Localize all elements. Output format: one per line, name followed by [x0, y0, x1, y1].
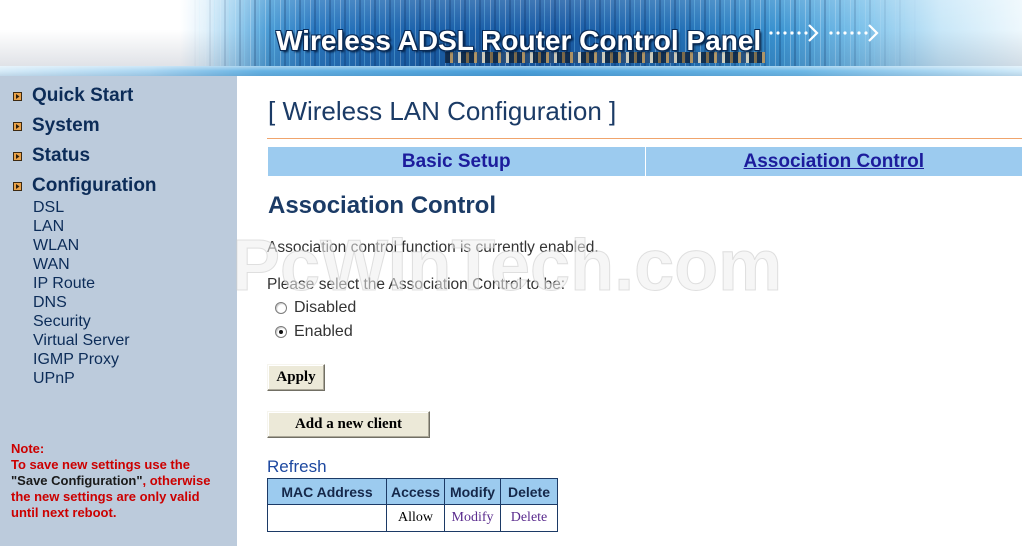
- mac-address-cell: [267, 504, 387, 532]
- radio-option-enabled[interactable]: Enabled: [275, 322, 353, 342]
- column-header-mac-address: MAC Address: [267, 478, 387, 505]
- radio-enabled[interactable]: [275, 326, 287, 338]
- status-text: Association control function is currentl…: [267, 239, 599, 256]
- tab-bar: Basic Setup Association Control: [268, 147, 1022, 176]
- dotted-arrow-1: [769, 24, 819, 42]
- banner-title: Wireless ADSL Router Control Panel: [276, 25, 762, 56]
- column-header-modify: Modify: [444, 478, 501, 505]
- submenu-item-igmp-proxy[interactable]: IGMP Proxy: [33, 350, 130, 369]
- main-nav: Quick Start System Status Configuration: [0, 81, 237, 201]
- refresh-link[interactable]: Refresh: [267, 457, 327, 477]
- bullet-arrow-icon: [13, 121, 22, 131]
- note-line: until next reboot.: [11, 505, 117, 520]
- header-banner: Wireless ADSL Router Control Panel: [0, 0, 1022, 66]
- sidebar: Quick Start System Status Configuration …: [0, 76, 237, 546]
- nav-item-label: Quick Start: [32, 85, 134, 106]
- nav-item-label: Status: [32, 145, 91, 166]
- note-line: To save new settings use the: [11, 457, 190, 472]
- add-client-button[interactable]: Add a new client: [267, 411, 430, 438]
- submenu-item-dsl[interactable]: DSL: [33, 198, 130, 217]
- submenu-item-security[interactable]: Security: [33, 312, 130, 331]
- note-line: the new settings are only valid: [11, 489, 200, 504]
- dotted-arrow-2: [829, 24, 879, 42]
- column-header-access: Access: [386, 478, 445, 505]
- submenu-item-dns[interactable]: DNS: [33, 293, 130, 312]
- table-row: Allow Modify Delete: [267, 504, 558, 532]
- page-title: [ Wireless LAN Configuration ]: [268, 96, 617, 126]
- nav-item-quick-start[interactable]: Quick Start: [0, 81, 237, 111]
- access-cell: Allow: [386, 504, 445, 532]
- submenu-item-ip-route[interactable]: IP Route: [33, 274, 130, 293]
- bullet-arrow-icon: [13, 181, 22, 191]
- save-note: Note: To save new settings use the "Save…: [11, 441, 210, 521]
- tab-association-control[interactable]: Association Control: [645, 147, 1022, 176]
- submenu-item-wlan[interactable]: WLAN: [33, 236, 130, 255]
- prompt-text: Please select the Association Control to…: [267, 276, 566, 293]
- note-highlight: "Save Configuration": [11, 473, 143, 488]
- nav-item-system[interactable]: System: [0, 111, 237, 141]
- client-table: MAC Address Access Modify Delete Allow M…: [267, 478, 558, 532]
- delete-cell: Delete: [500, 504, 558, 532]
- radio-disabled[interactable]: [275, 302, 287, 314]
- note-heading: Note:: [11, 441, 45, 456]
- configuration-submenu: DSL LAN WLAN WAN IP Route DNS Security V…: [33, 198, 130, 388]
- bullet-arrow-icon: [13, 151, 22, 161]
- dotted-arrow-icon: [769, 24, 879, 42]
- table-header-row: MAC Address Access Modify Delete: [267, 478, 558, 505]
- nav-item-label: Configuration: [32, 175, 157, 196]
- nav-item-label: System: [32, 115, 100, 136]
- modify-link[interactable]: Modify: [452, 510, 494, 525]
- radio-label: Disabled: [294, 299, 357, 316]
- watermark: PcWinTech.com: [231, 226, 783, 307]
- apply-button[interactable]: Apply: [267, 364, 325, 391]
- modify-cell: Modify: [444, 504, 501, 532]
- column-header-delete: Delete: [500, 478, 558, 505]
- radio-option-disabled[interactable]: Disabled: [275, 298, 356, 318]
- submenu-item-wan[interactable]: WAN: [33, 255, 130, 274]
- submenu-item-lan[interactable]: LAN: [33, 217, 130, 236]
- note-line: "Save Configuration", otherwise: [11, 473, 210, 489]
- tab-basic-setup[interactable]: Basic Setup: [268, 147, 645, 176]
- bullet-arrow-icon: [13, 91, 22, 101]
- nav-item-status[interactable]: Status: [0, 141, 237, 171]
- title-divider: [267, 138, 1022, 139]
- nav-item-configuration[interactable]: Configuration: [0, 171, 237, 201]
- submenu-item-virtual-server[interactable]: Virtual Server: [33, 331, 130, 350]
- delete-link[interactable]: Delete: [511, 510, 548, 525]
- banner-band: [0, 66, 1022, 76]
- radio-label: Enabled: [294, 323, 353, 340]
- submenu-item-upnp[interactable]: UPnP: [33, 369, 130, 388]
- section-title: Association Control: [268, 192, 497, 219]
- note-text: , otherwise: [142, 473, 211, 488]
